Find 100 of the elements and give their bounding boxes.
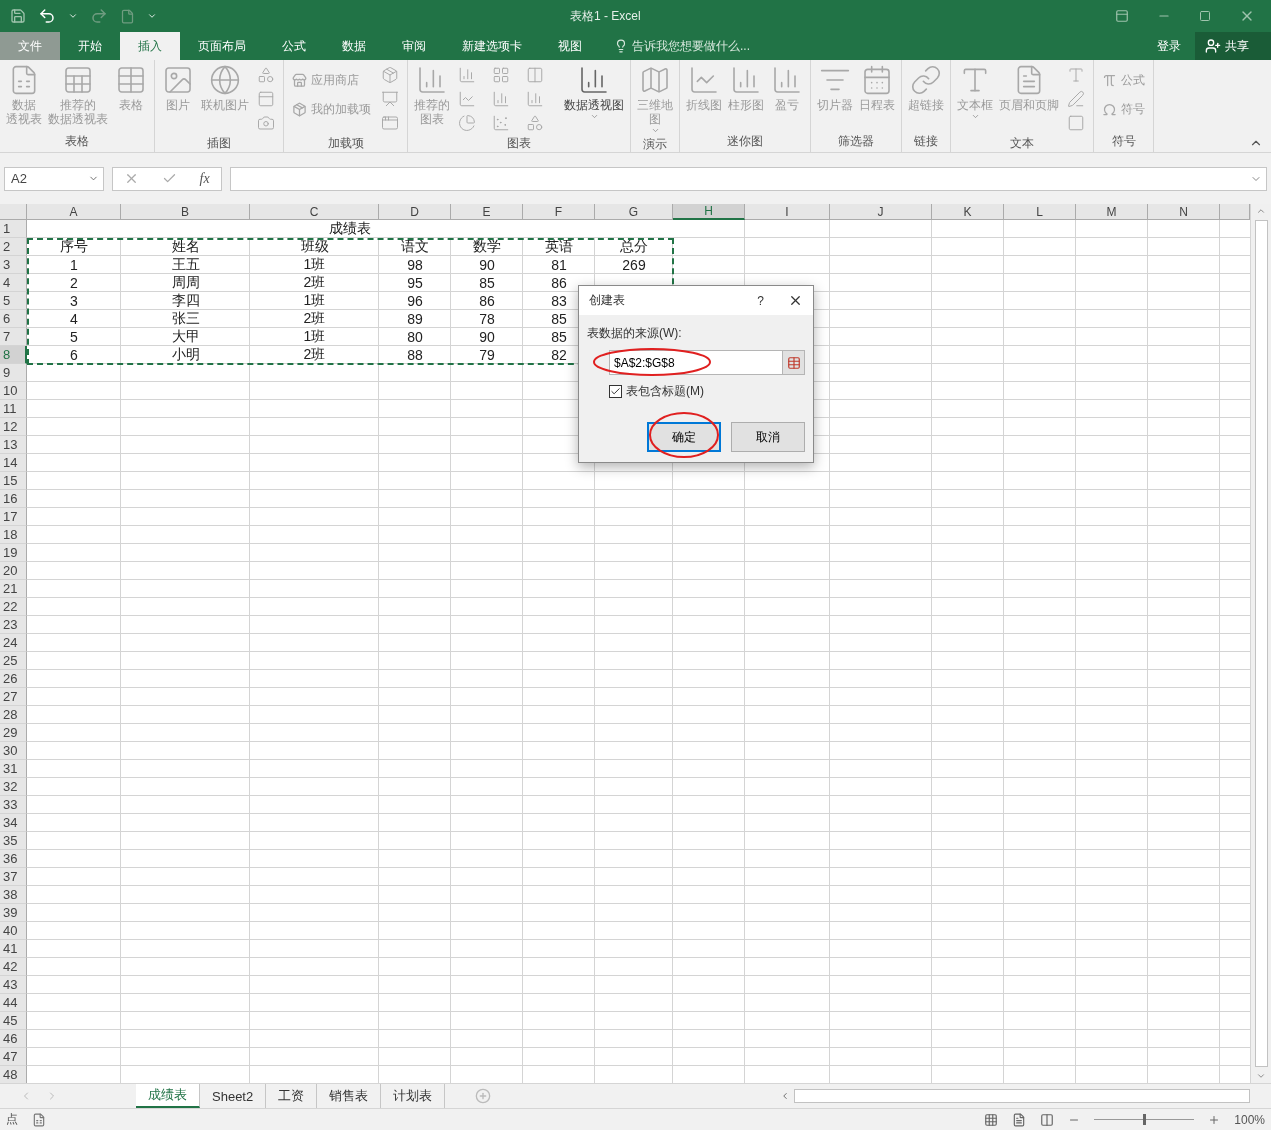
row-header[interactable]: 18 [0,526,27,544]
row-header[interactable]: 43 [0,976,27,994]
column-header[interactable]: J [830,204,932,220]
normal-view-icon[interactable] [984,1112,999,1127]
row-header[interactable]: 47 [0,1048,27,1066]
row-header[interactable]: 39 [0,904,27,922]
row-header[interactable]: 24 [0,634,27,652]
sheet-tab[interactable]: 成绩表 [136,1084,200,1108]
row-header[interactable]: 34 [0,814,27,832]
row-header[interactable]: 33 [0,796,27,814]
scroll-left-icon[interactable] [780,1091,790,1101]
add-sheet-icon[interactable] [475,1088,492,1104]
column-header[interactable]: K [932,204,1004,220]
column-header[interactable]: I [745,204,830,220]
scroll-down-icon[interactable] [1256,1071,1266,1081]
insert-function-button[interactable]: fx [199,170,210,187]
row-header[interactable]: 21 [0,580,27,598]
help-button[interactable]: ? [743,293,778,308]
scroll-up-icon[interactable] [1256,206,1266,216]
scatter-chart-icon[interactable] [492,114,510,132]
row-header[interactable]: 22 [0,598,27,616]
row-header[interactable]: 5 [0,292,27,310]
tell-me-field[interactable]: 告诉我您想要做什么... [632,37,750,55]
row-header[interactable]: 35 [0,832,27,850]
row-header[interactable]: 6 [0,310,27,328]
row-header[interactable]: 4 [0,274,27,292]
ribbon-tab[interactable]: 公式 [264,32,324,60]
row-header[interactable]: 38 [0,886,27,904]
ribbon-tab[interactable]: 审阅 [384,32,444,60]
row-header[interactable]: 10 [0,382,27,400]
row-header[interactable]: 27 [0,688,27,706]
formula-input[interactable] [230,166,1267,191]
ribbon-tab[interactable]: 视图 [540,32,600,60]
row-header[interactable]: 1 [0,220,27,238]
customize-caret-icon[interactable] [147,11,157,21]
scrollbar-thumb[interactable] [1254,220,1268,1067]
row-header[interactable]: 45 [0,1012,27,1030]
column-header[interactable]: L [1004,204,1076,220]
save-icon[interactable] [10,8,26,24]
headers-checkbox[interactable]: 表包含标题(M) [609,383,805,400]
row-header[interactable]: 7 [0,328,27,346]
row-header[interactable]: 16 [0,490,27,508]
share-button[interactable]: 共享 [1195,32,1271,60]
caret-icon[interactable] [68,11,78,21]
column-header[interactable]: C [250,204,379,220]
row-header[interactable]: 40 [0,922,27,940]
row-header[interactable]: 8 [0,346,27,364]
column-header[interactable]: E [451,204,523,220]
row-header[interactable]: 19 [0,544,27,562]
page-break-icon[interactable] [1040,1112,1055,1127]
line-chart-icon[interactable] [458,90,476,108]
row-header[interactable]: 46 [0,1030,27,1048]
row-header[interactable]: 37 [0,868,27,886]
column-header[interactable]: N [1148,204,1220,220]
ribbon-tab[interactable]: 开始 [60,32,120,60]
row-header[interactable]: 29 [0,724,27,742]
select-all-corner[interactable] [0,204,27,220]
row-header[interactable]: 20 [0,562,27,580]
sign-in-link[interactable]: 登录 [1143,37,1195,55]
column-header[interactable]: A [27,204,121,220]
row-header[interactable]: 36 [0,850,27,868]
undo-icon[interactable] [38,7,56,25]
row-header[interactable]: 41 [0,940,27,958]
row-header[interactable]: 9 [0,364,27,382]
column-header[interactable]: G [595,204,673,220]
close-icon[interactable] [788,293,803,308]
zoom-in-icon[interactable] [1208,1113,1221,1126]
macro-record-icon[interactable] [32,1112,46,1127]
row-header[interactable]: 11 [0,400,27,418]
page-layout-icon[interactable] [1012,1112,1027,1127]
row-header[interactable]: 30 [0,742,27,760]
pie-chart-icon[interactable] [458,114,476,132]
row-header[interactable]: 17 [0,508,27,526]
vertical-scrollbar[interactable] [1250,204,1271,1083]
range-picker-button[interactable] [783,350,805,375]
row-header[interactable]: 28 [0,706,27,724]
scrollbar-thumb[interactable] [794,1089,1250,1103]
row-header[interactable]: 44 [0,994,27,1012]
row-header[interactable]: 2 [0,238,27,256]
column-header[interactable]: B [121,204,250,220]
row-header[interactable]: 14 [0,454,27,472]
zoom-level[interactable]: 100% [1234,1112,1265,1127]
dialog-button[interactable]: 确定 [647,422,721,452]
row-header[interactable]: 25 [0,652,27,670]
column-header[interactable] [1220,204,1250,220]
row-header[interactable]: 12 [0,418,27,436]
row-header[interactable]: 48 [0,1066,27,1083]
row-header[interactable]: 15 [0,472,27,490]
button-label[interactable]: 数据透视图 [564,98,624,112]
ribbon-tab[interactable]: 数据 [324,32,384,60]
redo-icon[interactable] [90,7,108,25]
ribbon-tab[interactable]: 插入 [120,32,180,60]
ribbon-tab[interactable]: 页面布局 [180,32,264,60]
maximize-icon[interactable] [1199,10,1211,22]
column-chart-icon[interactable] [458,66,476,84]
ribbon-options-icon[interactable] [1115,9,1129,23]
column-header[interactable]: H [673,204,745,220]
row-header[interactable]: 13 [0,436,27,454]
row-header[interactable]: 23 [0,616,27,634]
row-header[interactable]: 31 [0,760,27,778]
